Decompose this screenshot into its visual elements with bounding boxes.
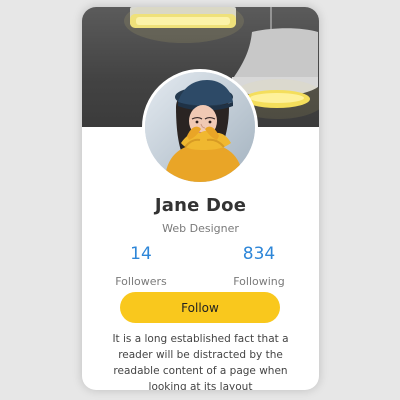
profile-title: Web Designer [162,222,239,235]
profile-card: Jane Doe Web Designer 14 Followers 834 F… [82,7,319,390]
profile-stats: 14 Followers 834 Following [82,243,319,299]
profile-bio: It is a long established fact that a rea… [112,333,289,390]
avatar [142,69,258,185]
profile-photo [145,72,255,182]
stat-label-following: Following [233,275,285,288]
profile-name: Jane Doe [154,195,247,216]
page: Jane Doe Web Designer 14 Followers 834 F… [0,0,400,400]
stat-following: 834 Following [200,243,318,289]
stat-label-followers: Followers [115,275,167,288]
stat-value-followers: 14 [130,244,152,264]
follow-button[interactable]: Follow [120,292,280,323]
stat-value-following: 834 [242,244,276,264]
stat-followers: 14 Followers [82,243,200,289]
